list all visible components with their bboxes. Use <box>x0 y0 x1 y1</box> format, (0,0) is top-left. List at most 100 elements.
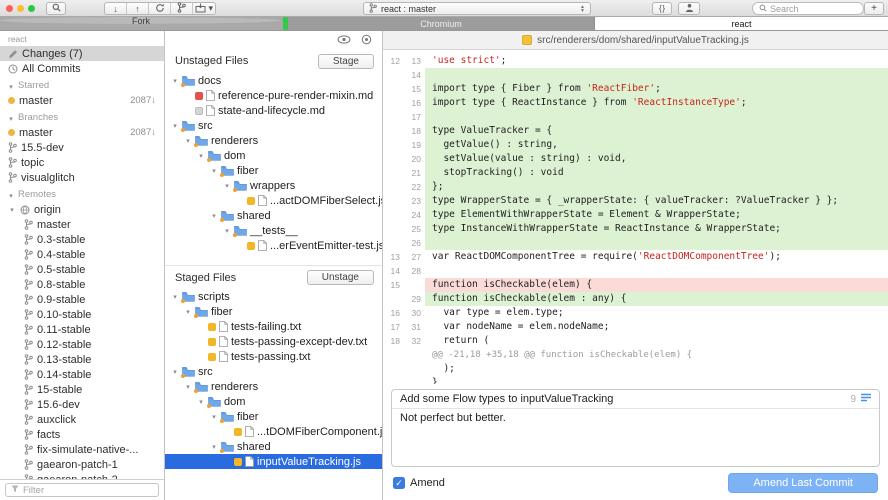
tree-row-docs[interactable]: ▾ docs <box>165 73 382 88</box>
sidebar-item-master[interactable]: master 2087↓ <box>0 93 164 108</box>
pull-button[interactable]: ↓ <box>105 3 127 14</box>
disclosure-icon[interactable]: ▾ <box>210 443 218 451</box>
diff-panel: src/renderers/dom/shared/inputValueTrack… <box>383 31 888 500</box>
disclosure-icon[interactable]: ▾ <box>197 152 205 160</box>
commit-title-input[interactable]: Add some Flow types to inputValueTrackin… <box>400 393 613 405</box>
repo-branch-dropdown[interactable]: react : master ▲ ▼ <box>363 2 591 15</box>
sidebar-section-starred[interactable]: ▾ Starred <box>0 76 164 93</box>
target-icon[interactable] <box>361 34 372 48</box>
disclosure-icon[interactable]: ▾ <box>171 293 179 301</box>
braces-button[interactable]: { } <box>652 2 672 15</box>
tab-chromium[interactable]: Chromium <box>288 17 595 30</box>
search-input[interactable]: Search <box>752 2 864 15</box>
tree-row-fiber[interactable]: ▾ fiber <box>165 163 382 178</box>
minimize-window-button[interactable] <box>17 5 24 12</box>
disclosure-icon[interactable]: ▾ <box>210 167 218 175</box>
disclosure-icon: ▾ <box>9 84 13 91</box>
disclosure-icon[interactable]: ▾ <box>223 227 231 235</box>
sidebar-item-topic[interactable]: topic <box>0 155 164 170</box>
sidebar-item-0-10-stable[interactable]: 0.10-stable <box>0 307 164 322</box>
sidebar-item-0-13-stable[interactable]: 0.13-stable <box>0 352 164 367</box>
tree-row-tdomfibercomponent-js[interactable]: ...tDOMFiberComponent.js <box>165 424 382 439</box>
disclosure-icon[interactable]: ▾ <box>197 398 205 406</box>
sidebar-item-0-3-stable[interactable]: 0.3-stable <box>0 232 164 247</box>
tree-row-tests-passing-except-dev-txt[interactable]: tests-passing-except-dev.txt <box>165 334 382 349</box>
disclosure-icon[interactable]: ▾ <box>223 182 231 190</box>
tree-row-inputvaluetracking-js[interactable]: inputValueTracking.js <box>165 454 382 469</box>
sidebar-item-fix-simulate-native[interactable]: fix-simulate-native-... <box>0 442 164 457</box>
tree-row-scripts[interactable]: ▾ scripts <box>165 289 382 304</box>
commit-description-input[interactable]: Not perfect but better. <box>392 409 879 466</box>
tree-row-fiber[interactable]: ▾ fiber <box>165 304 382 319</box>
tree-row-dom[interactable]: ▾ dom <box>165 148 382 163</box>
list-icon[interactable] <box>861 393 871 405</box>
sidebar-item-0-11-stable[interactable]: 0.11-stable <box>0 322 164 337</box>
eye-icon[interactable] <box>337 35 351 47</box>
sidebar-item-changes-7[interactable]: Changes (7) <box>0 46 164 61</box>
tree-row-renderers[interactable]: ▾ renderers <box>165 379 382 394</box>
fetch-button[interactable] <box>149 3 171 14</box>
tree-row-dom[interactable]: ▾ dom <box>165 394 382 409</box>
tree-row-reference-pure-render-mixin-md[interactable]: reference-pure-render-mixin.md <box>165 88 382 103</box>
sidebar-item-15-5-dev[interactable]: 15.5-dev <box>0 140 164 155</box>
sidebar-item-auxclick[interactable]: auxclick <box>0 412 164 427</box>
tree-row-tests-passing-txt[interactable]: tests-passing.txt <box>165 349 382 364</box>
tree-row-wrappers[interactable]: ▾ wrappers <box>165 178 382 193</box>
sidebar-section-branches[interactable]: ▾ Branches <box>0 108 164 125</box>
sidebar-item-15-6-dev[interactable]: 15.6-dev <box>0 397 164 412</box>
sidebar-item-all-commits[interactable]: All Commits <box>0 61 164 76</box>
tree-row-state-and-lifecycle-md[interactable]: state-and-lifecycle.md <box>165 103 382 118</box>
pull-icon: ↓ <box>113 3 118 14</box>
sidebar-item-master[interactable]: master 2087↓ <box>0 125 164 140</box>
disclosure-icon[interactable]: ▾ <box>210 413 218 421</box>
disclosure-icon[interactable]: ▾ <box>184 308 192 316</box>
sidebar-item-0-12-stable[interactable]: 0.12-stable <box>0 337 164 352</box>
disclosure-icon[interactable]: ▾ <box>171 77 179 85</box>
sidebar-item-origin[interactable]: ▾ origin <box>0 202 164 217</box>
sidebar-item-facts[interactable]: facts <box>0 427 164 442</box>
sidebar-item-gaearon-patch-1[interactable]: gaearon-patch-1 <box>0 457 164 472</box>
disclosure-icon[interactable]: ▾ <box>171 122 179 130</box>
disclosure-icon[interactable]: ▾ <box>184 137 192 145</box>
sidebar-item-0-4-stable[interactable]: 0.4-stable <box>0 247 164 262</box>
disclosure-icon[interactable]: ▾ <box>171 368 179 376</box>
amend-last-commit-button[interactable]: Amend Last Commit <box>728 473 878 493</box>
new-line-number: 20 <box>404 152 425 166</box>
disclosure-icon[interactable]: ▾ <box>184 383 192 391</box>
push-button[interactable]: ↑ <box>127 3 149 14</box>
tab-fork[interactable]: Fork <box>0 17 283 24</box>
section-title: Remotes <box>18 189 57 200</box>
tree-row-shared[interactable]: ▾ shared <box>165 439 382 454</box>
sidebar-item-0-14-stable[interactable]: 0.14-stable <box>0 367 164 382</box>
tree-row-src[interactable]: ▾ src <box>165 118 382 133</box>
new-tab-button[interactable]: + <box>864 2 884 15</box>
filter-input[interactable]: Filter <box>5 483 159 497</box>
sidebar-item-0-8-stable[interactable]: 0.8-stable <box>0 277 164 292</box>
sidebar-item-0-5-stable[interactable]: 0.5-stable <box>0 262 164 277</box>
zoom-window-button[interactable] <box>28 5 35 12</box>
disclosure-icon[interactable]: ▾ <box>8 206 16 214</box>
stash-button[interactable]: ▾ <box>193 3 215 14</box>
branch-button[interactable] <box>171 2 193 14</box>
tree-row-renderers[interactable]: ▾ renderers <box>165 133 382 148</box>
tree-row-shared[interactable]: ▾ shared <box>165 208 382 223</box>
tree-row-fiber[interactable]: ▾ fiber <box>165 409 382 424</box>
stage-button[interactable]: Stage <box>317 53 374 69</box>
sidebar-item-0-9-stable[interactable]: 0.9-stable <box>0 292 164 307</box>
unstage-button[interactable]: Unstage <box>306 270 374 285</box>
close-window-button[interactable] <box>6 5 13 12</box>
disclosure-icon[interactable]: ▾ <box>210 212 218 220</box>
tree-row-src[interactable]: ▾ src <box>165 364 382 379</box>
account-button[interactable] <box>678 2 700 15</box>
amend-checkbox[interactable]: ✓ <box>393 477 405 489</box>
tree-row-actdomfiberselect-js[interactable]: ...actDOMFiberSelect.js <box>165 193 382 208</box>
sidebar-item-visualglitch[interactable]: visualglitch <box>0 170 164 185</box>
tab-react[interactable]: react <box>595 17 888 30</box>
tree-row-ereventemitter-test-js[interactable]: ...erEventEmitter-test.js <box>165 238 382 253</box>
sidebar-section-remotes[interactable]: ▾ Remotes <box>0 185 164 202</box>
sidebar-item-master[interactable]: master <box>0 217 164 232</box>
tree-row-tests-failing-txt[interactable]: tests-failing.txt <box>165 319 382 334</box>
quick-launch-button[interactable] <box>46 2 66 15</box>
sidebar-item-15-stable[interactable]: 15-stable <box>0 382 164 397</box>
tree-row-tests[interactable]: ▾ __tests__ <box>165 223 382 238</box>
